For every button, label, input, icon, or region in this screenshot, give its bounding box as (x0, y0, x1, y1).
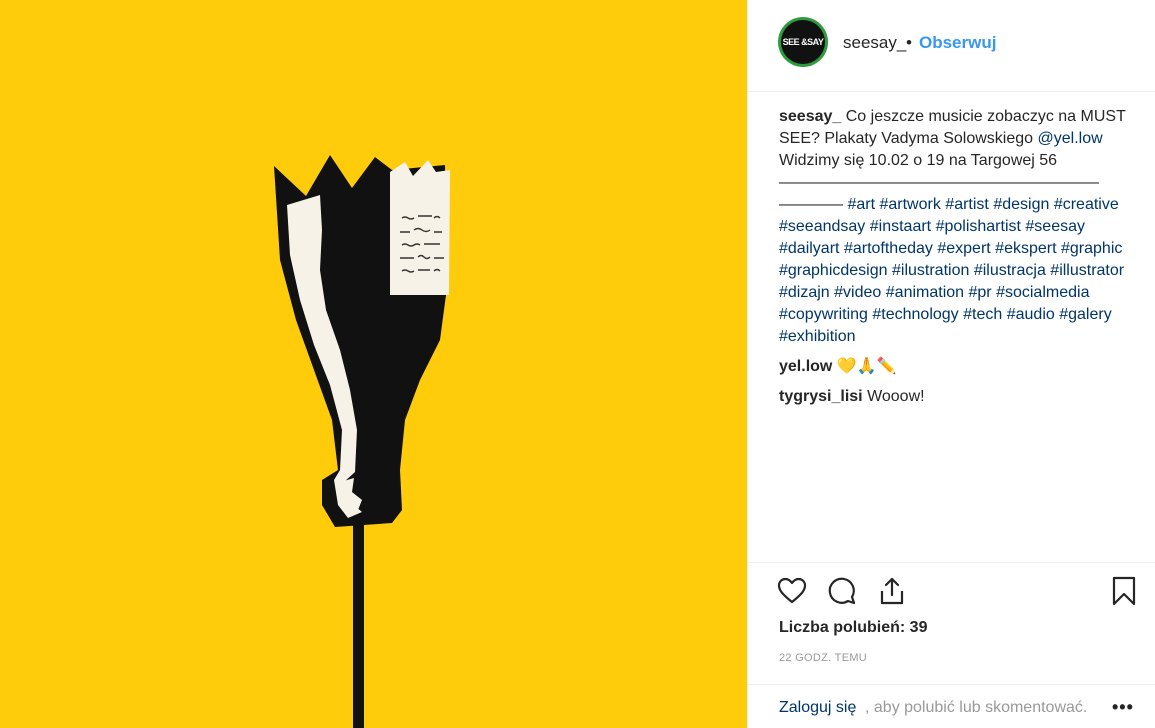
hashtag-link[interactable]: #design (993, 196, 1049, 213)
caption-line-2: SEE? Plakaty Vadyma Solowskiego @yel.low (779, 128, 1149, 150)
post-image[interactable] (0, 0, 747, 728)
comments-section: seesay_ Co jeszcze musicie zobaczyc na M… (779, 106, 1149, 408)
hashtag-link[interactable]: #socialmedia (996, 284, 1089, 301)
caption-mention[interactable]: @yel.low (1038, 130, 1103, 147)
caption-divider-short: ———— (779, 196, 843, 213)
hashtag-link[interactable]: #exhibition (779, 328, 856, 345)
follow-button[interactable]: Obserwuj (919, 33, 996, 53)
comment-text: Wooow! (867, 388, 925, 405)
hashtag-link[interactable]: #copywriting (779, 306, 868, 323)
login-footer: Zaloguj się , aby polubić lub skomentowa… (748, 684, 1155, 728)
hashtag-link[interactable]: #graphicdesign (779, 262, 888, 279)
hashtag-list: ———— #art #artwork #artist #design #crea… (779, 196, 1124, 345)
header-username[interactable]: seesay_ (843, 33, 906, 53)
hashtag-link[interactable]: #polishartist (936, 218, 1021, 235)
caption-text-2: SEE? Plakaty Vadyma Solowskiego (779, 130, 1034, 147)
share-icon[interactable] (876, 575, 908, 607)
hashtag-link[interactable]: #audio (1007, 306, 1055, 323)
hashtag-link[interactable]: #creative (1054, 196, 1119, 213)
caption-text-1: Co jeszcze musicie zobaczyc na MUST (845, 108, 1126, 125)
caption-line-1: seesay_ Co jeszcze musicie zobaczyc na M… (779, 106, 1149, 128)
post-side-panel: SEE &SAY seesay_ • Obserwuj seesay_ Co j… (747, 0, 1155, 728)
post-header: SEE &SAY seesay_ • Obserwuj (748, 0, 1155, 92)
hashtag-link[interactable]: #dailyart (779, 240, 839, 257)
login-link[interactable]: Zaloguj się (779, 699, 856, 717)
header-separator: • (906, 33, 912, 52)
comment-item: tygrysi_lisi Wooow! (779, 386, 1149, 408)
comment-text: 💛🙏✏️ (836, 358, 897, 375)
hashtag-link[interactable]: #technology (872, 306, 958, 323)
hashtag-link[interactable]: #ilustration (892, 262, 969, 279)
hashtag-link[interactable]: #video (834, 284, 881, 301)
hashtag-link[interactable]: #seeandsay (779, 218, 865, 235)
hashtag-link[interactable]: #expert (937, 240, 990, 257)
comment-item: yel.low 💛🙏✏️ (779, 356, 1149, 378)
heart-icon[interactable] (776, 575, 808, 607)
avatar-logo: SEE &SAY (781, 20, 825, 64)
hashtag-link[interactable]: #instaart (870, 218, 931, 235)
likes-count[interactable]: Liczba polubień: 39 (779, 619, 927, 637)
hashtag-link[interactable]: #pr (969, 284, 992, 301)
hashtag-link[interactable]: #illustrator (1050, 262, 1124, 279)
poster-illustration (0, 0, 747, 728)
hashtag-link[interactable]: #animation (886, 284, 964, 301)
hashtag-link[interactable]: #seesay (1025, 218, 1085, 235)
hashtag-link[interactable]: #ilustracja (974, 262, 1046, 279)
caption-divider: ———————————————————— (779, 174, 1099, 191)
hashtag-link[interactable]: #ekspert (995, 240, 1056, 257)
hashtag-link[interactable]: #art (847, 196, 875, 213)
hashtag-link[interactable]: #dizajn (779, 284, 830, 301)
hashtag-link[interactable]: #artoftheday (844, 240, 933, 257)
caption-username[interactable]: seesay_ (779, 108, 841, 125)
comment-username[interactable]: tygrysi_lisi (779, 388, 863, 405)
bookmark-icon[interactable] (1108, 575, 1140, 607)
hashtag-link[interactable]: #artwork (879, 196, 940, 213)
comment-username[interactable]: yel.low (779, 358, 832, 375)
hashtag-link[interactable]: #graphic (1061, 240, 1122, 257)
hashtag-link[interactable]: #tech (963, 306, 1002, 323)
hashtag-link[interactable]: #galery (1059, 306, 1111, 323)
post-timestamp[interactable]: 22 GODZ. TEMU (779, 652, 867, 664)
post-actions: Liczba polubień: 39 22 GODZ. TEMU (748, 562, 1155, 692)
login-prompt-text: , aby polubić lub skomentować. (865, 699, 1088, 716)
more-options-icon[interactable]: ••• (1112, 697, 1134, 718)
avatar[interactable]: SEE &SAY (778, 17, 828, 67)
comment-icon[interactable] (826, 575, 858, 607)
caption-text-3: Widzimy się 10.02 o 19 na Targowej 56 (779, 152, 1058, 169)
caption: seesay_ Co jeszcze musicie zobaczyc na M… (779, 106, 1149, 348)
hashtag-link[interactable]: #artist (945, 196, 989, 213)
